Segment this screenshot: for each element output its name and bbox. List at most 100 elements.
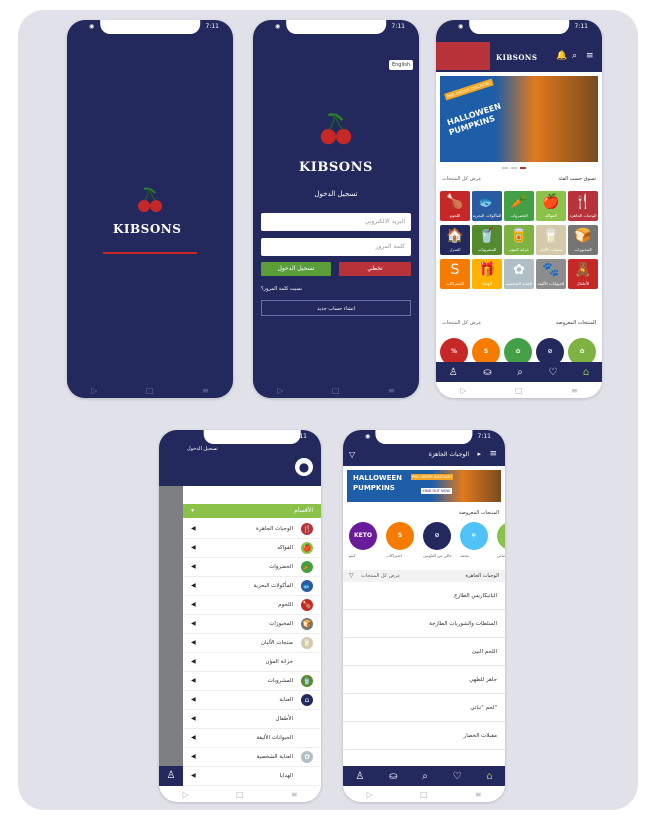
language-button[interactable]: English (388, 60, 413, 70)
list-item[interactable]: مقبلات الخضار (343, 722, 505, 750)
menu-item[interactable]: ◀ المأكولات البحرية 🐟 (183, 577, 321, 596)
category-tile[interactable]: 🎁 الهدايا (472, 259, 502, 289)
category-tile[interactable]: 🥤 المشروبات (472, 225, 502, 255)
skip-button[interactable]: تخطي (339, 262, 411, 276)
menu-item[interactable]: ◀ العناية ⌂ (183, 691, 321, 710)
back-nav-icon[interactable]: ▷ (460, 386, 466, 395)
list-item[interactable]: السلطات والشوربات الطازجة (343, 610, 505, 638)
menu-item[interactable]: ◀ اللحوم 🍗 (183, 596, 321, 615)
promo-banner[interactable]: HALLOWEEN PUMPKINS PRE-ORDER DISCOUNT FI… (347, 470, 501, 502)
list-item[interactable]: اللحم النيئ (343, 638, 505, 666)
category-tile[interactable]: 🧸 الأطفال (568, 259, 598, 289)
home-nav-icon[interactable]: □ (515, 386, 523, 395)
category-label: الوجبات الجاهزة (569, 213, 597, 218)
login-title: تسجيل الدخول (314, 190, 358, 198)
email-field[interactable]: البريد الالكتروني (261, 213, 411, 231)
hamburger-menu-icon[interactable]: ≡ (489, 449, 497, 459)
featured-badge[interactable]: ✿ (497, 522, 505, 550)
back-nav-icon[interactable]: ▷ (183, 790, 189, 799)
featured-badge[interactable]: ❄ (460, 522, 488, 550)
menu-nav-icon[interactable]: ≡ (291, 790, 298, 799)
play-arrow-icon[interactable]: ▸ (477, 450, 481, 458)
filter-icon[interactable]: ▽ (349, 572, 354, 579)
search-tab-icon[interactable]: ⌕ (422, 771, 428, 782)
favorites-tab-icon[interactable]: ♡ (548, 367, 557, 378)
cart-tab-icon[interactable]: ⛀ (389, 771, 397, 782)
promo-banner[interactable]: PRE-ORDER DISCOUNT HALLOWEEN PUMPKINS (440, 76, 598, 162)
search-icon[interactable]: ⌕ (572, 51, 577, 61)
bottom-tab-bar: ♙ ⛀ ⌕ ♡ ⌂ (343, 766, 505, 786)
carousel-dots (502, 167, 526, 169)
home-nav-icon[interactable]: □ (420, 790, 428, 799)
menu-item-label: العناية الشخصية (256, 754, 293, 760)
menu-item[interactable]: ◀ الحيوانات الأليفة (183, 729, 321, 748)
back-nav-icon[interactable]: ▷ (367, 790, 373, 799)
category-tile[interactable]: 🍎 الفواكه (536, 191, 566, 221)
featured-badge[interactable]: S (386, 522, 414, 550)
home-tab-icon[interactable]: ⌂ (486, 771, 492, 782)
category-tile[interactable]: 🥫 خزانة المؤن (504, 225, 534, 255)
featured-badge[interactable]: ⊘ (423, 522, 451, 550)
system-nav-bar: ▷ □ ≡ (343, 786, 505, 802)
login-link[interactable]: تسجيل الدخول (187, 446, 218, 452)
view-all-link[interactable]: عرض كل المنتجات (442, 176, 481, 182)
banner-cta[interactable]: FIND OUT NOW (421, 488, 452, 494)
view-all-link[interactable]: عرض كل المنتجات (361, 573, 400, 579)
category-tile[interactable]: 🥛 منتجات الألبان (536, 225, 566, 255)
menu-item[interactable]: ◀ العناية الشخصية ✿ (183, 748, 321, 767)
menu-nav-icon[interactable]: ≡ (202, 386, 209, 395)
category-tile[interactable]: 🐾 الحيوانات الأليفة (536, 259, 566, 289)
back-nav-icon[interactable]: ▷ (91, 386, 97, 395)
home-nav-icon[interactable]: □ (146, 386, 154, 395)
favorites-tab-icon[interactable]: ♡ (453, 771, 462, 782)
category-tile[interactable]: 🏠 المنزل (440, 225, 470, 255)
section-header[interactable]: ▾ الأقسام (183, 504, 321, 518)
home-nav-icon[interactable]: □ (332, 386, 340, 395)
category-icon: 🍗 (446, 194, 464, 210)
login-button[interactable]: تسجيل الدخول (261, 262, 331, 276)
category-tile[interactable]: 🍴 الوجبات الجاهزة (568, 191, 598, 221)
forgot-password-link[interactable]: نسيت كلمة المرور؟ (261, 286, 302, 292)
account-tab-icon[interactable]: ♙ (355, 771, 364, 782)
category-tile[interactable]: 🍞 المخبوزات (568, 225, 598, 255)
category-tile[interactable]: 🐟 المأكولات البحرية (472, 191, 502, 221)
phone-login: ◉ 7:11 English KIBSONS تسجيل الدخول البري… (253, 20, 419, 398)
menu-item[interactable]: ◀ خزانة المؤن (183, 653, 321, 672)
menu-item[interactable]: ◀ الهدايا (183, 767, 321, 786)
menu-item[interactable]: ◀ الفواكه 🍎 (183, 539, 321, 558)
menu-item[interactable]: ◀ منتجات الألبان 🥛 (183, 634, 321, 653)
cart-bell-icon[interactable]: 🔔 (556, 51, 567, 61)
back-nav-icon[interactable]: ▷ (277, 386, 283, 395)
menu-item[interactable]: ◀ المخبوزات 🍞 (183, 615, 321, 634)
list-item[interactable]: جاهز للطهي (343, 666, 505, 694)
list-item[interactable]: لحم "نباتي" (343, 694, 505, 722)
menu-item[interactable]: ◀ الوجبات الجاهزة 🍴 (183, 520, 321, 539)
filter-icon[interactable]: ▽ (349, 450, 355, 459)
list-item[interactable]: الباتيكاريس الطازج (343, 582, 505, 610)
avatar-icon[interactable]: ● (295, 458, 313, 476)
cart-tab-icon[interactable]: ⛀ (483, 367, 491, 378)
category-tile[interactable]: 🍗 اللحوم (440, 191, 470, 221)
search-tab-icon[interactable]: ⌕ (517, 367, 523, 378)
menu-item[interactable]: ◀ الأطفال (183, 710, 321, 729)
menu-item-label: الخضروات (269, 564, 293, 570)
password-field[interactable]: كلمة المرور (261, 238, 411, 256)
featured-badge[interactable]: KETO (349, 522, 377, 550)
menu-nav-icon[interactable]: ≡ (571, 386, 578, 395)
account-tab-icon[interactable]: ♙ (449, 367, 458, 378)
menu-item[interactable]: ◀ الخضروات 🥕 (183, 558, 321, 577)
menu-item[interactable]: ◀ المشروبات 🥤 (183, 672, 321, 691)
create-account-button[interactable]: انشاء حساب جديد (261, 300, 411, 316)
hamburger-menu-icon[interactable]: ≡ (586, 51, 594, 61)
menu-nav-icon[interactable]: ≡ (388, 386, 395, 395)
category-label: الأطفال (576, 281, 590, 286)
home-tab-icon[interactable]: ⌂ (583, 367, 589, 378)
banner-badge: PRE-ORDER DISCOUNT (411, 474, 454, 480)
category-tile[interactable]: ✿ العناية الشخصية (504, 259, 534, 289)
menu-nav-icon[interactable]: ≡ (475, 790, 482, 799)
category-tile[interactable]: S الاشتراكات (440, 259, 470, 289)
system-nav-bar: ▷ □ ≡ (436, 382, 602, 398)
category-tile[interactable]: 🥕 الخضروات (504, 191, 534, 221)
view-all-link[interactable]: عرض كل المنتجات (442, 320, 481, 326)
home-nav-icon[interactable]: □ (236, 790, 244, 799)
